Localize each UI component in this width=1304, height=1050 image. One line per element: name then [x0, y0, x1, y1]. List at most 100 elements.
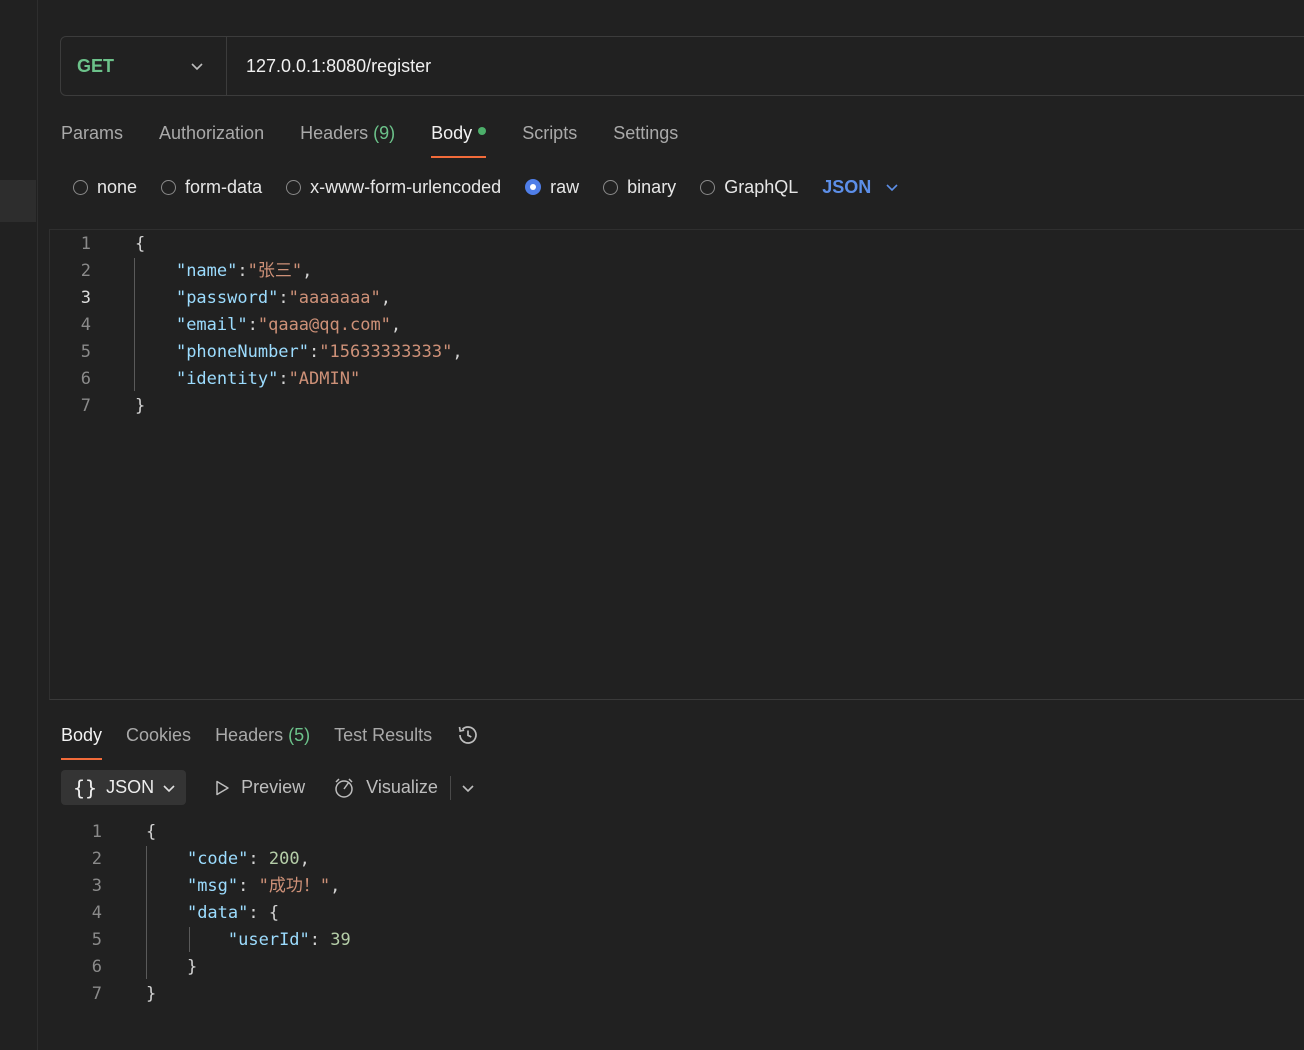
code-token: :	[278, 369, 289, 389]
body-type-urlencoded[interactable]: x-www-form-urlencoded	[286, 177, 501, 198]
code-line: 3 "password":"aaaaaaa",	[61, 285, 1261, 312]
radio-label: x-www-form-urlencoded	[310, 176, 502, 197]
body-type-graphql[interactable]: GraphQL	[700, 177, 798, 198]
radio-button-selected[interactable]	[525, 179, 542, 195]
response-body-code[interactable]: 1{2 "code": 200, 3 "msg": "成功！", 4 "data":…	[72, 819, 1272, 1008]
tab-label: Params	[61, 123, 124, 143]
code-token: "identity"	[175, 369, 279, 389]
code-line: 6 }	[72, 954, 1272, 981]
code-token: : {	[248, 903, 280, 923]
code-token: "msg"	[186, 876, 239, 896]
code-line: 4 "email":"qaaa@qq.com",	[61, 312, 1261, 339]
code-token: "qaaa@qq.com"	[257, 315, 391, 335]
left-rail-selected-item[interactable]	[0, 180, 36, 222]
radio-label: GraphQL	[724, 176, 799, 197]
line-number: 7	[80, 396, 91, 416]
code-text: }	[135, 393, 145, 420]
radio-label: none	[97, 176, 138, 197]
line-number: 1	[91, 822, 102, 842]
tab-response-headers[interactable]: Headers (5)	[215, 722, 310, 760]
tab-scripts[interactable]: Scripts	[522, 120, 577, 158]
method-select[interactable]: GET	[61, 37, 227, 95]
tab-headers[interactable]: Headers (9)	[300, 120, 395, 158]
code-token: {	[135, 234, 146, 254]
code-token: "name"	[175, 261, 238, 281]
history-icon[interactable]	[456, 723, 480, 747]
tab-authorization[interactable]: Authorization	[159, 120, 264, 158]
tab-settings[interactable]: Settings	[613, 120, 678, 158]
radio-button[interactable]	[161, 179, 177, 195]
line-number: 2	[80, 261, 91, 281]
tab-cookies[interactable]: Cookies	[126, 722, 191, 760]
code-text: "userId": 39	[146, 927, 351, 954]
code-line: 2 "name":"张三",	[61, 258, 1261, 285]
code-token: :	[247, 315, 258, 335]
code-text: }	[146, 981, 156, 1008]
code-line: 7}	[61, 393, 1261, 420]
radio-button[interactable]	[700, 179, 716, 195]
tab-label: Authorization	[159, 123, 265, 143]
code-text: {	[146, 819, 156, 846]
code-token: ,	[380, 288, 391, 308]
tab-label: Body	[61, 725, 103, 745]
request-url-bar: GET 127.0.0.1:8080/register	[60, 36, 1304, 96]
code-line: 3 "msg": "成功！",	[72, 873, 1272, 900]
preview-button[interactable]: Preview	[213, 777, 305, 798]
language-label: JSON	[822, 176, 872, 197]
chevron-down-icon	[191, 63, 203, 71]
code-token: "15633333333"	[319, 342, 453, 362]
line-number: 6	[91, 957, 102, 977]
tab-params[interactable]: Params	[61, 120, 123, 158]
visualize-button[interactable]: Visualize	[332, 776, 438, 800]
code-text: {	[135, 231, 145, 258]
top-edge-glyph	[70, 0, 76, 4]
code-token: :	[309, 342, 320, 362]
request-body-code[interactable]: 1{2 "name":"张三", 3 "password":"aaaaaaa", 4…	[61, 231, 1261, 420]
url-input[interactable]: 127.0.0.1:8080/register	[227, 56, 431, 77]
code-text: "email":"qaaa@qq.com",	[135, 312, 401, 339]
code-token: "张三"	[247, 261, 303, 281]
code-line: 1{	[61, 231, 1261, 258]
body-type-raw[interactable]: raw	[525, 177, 579, 198]
radio-button[interactable]	[286, 179, 302, 195]
code-token: 39	[330, 930, 351, 950]
method-label: GET	[77, 55, 115, 76]
body-type-binary[interactable]: binary	[603, 177, 676, 198]
tab-label: Scripts	[522, 123, 578, 143]
code-line: 4 "data": {	[72, 900, 1272, 927]
body-type-none[interactable]: none	[73, 177, 137, 198]
code-line: 6 "identity":"ADMIN"	[61, 366, 1261, 393]
line-number: 4	[80, 315, 91, 335]
language-select[interactable]: JSON	[822, 177, 899, 198]
radio-button[interactable]	[603, 179, 619, 195]
radio-label: binary	[627, 176, 677, 197]
tab-test-results[interactable]: Test Results	[334, 722, 432, 760]
code-token: "data"	[186, 903, 249, 923]
line-number: 5	[91, 930, 102, 950]
code-token: ,	[330, 876, 341, 896]
chevron-down-icon	[163, 784, 175, 792]
body-type-form-data[interactable]: form-data	[161, 177, 262, 198]
code-token: "userId"	[227, 930, 310, 950]
tab-response-body[interactable]: Body	[61, 722, 103, 760]
code-line: 5 "userId": 39	[72, 927, 1272, 954]
radio-button[interactable]	[73, 179, 88, 195]
request-tabs: Params Authorization Headers (9) Body Sc…	[61, 120, 714, 158]
visualize-label: Visualize	[366, 777, 438, 797]
body-modified-dot	[478, 127, 487, 136]
headers-count: (9)	[373, 123, 396, 143]
code-token: }	[135, 396, 146, 416]
code-token: ,	[390, 315, 402, 335]
line-number: 5	[80, 342, 91, 362]
response-format-select[interactable]: {} JSON	[61, 770, 187, 805]
code-text: "identity":"ADMIN"	[135, 366, 360, 393]
code-token: "phoneNumber"	[175, 342, 310, 362]
tab-body[interactable]: Body	[431, 120, 487, 158]
code-token: "aaaaaaa"	[288, 288, 381, 308]
chevron-down-icon[interactable]	[461, 781, 475, 795]
tab-label: Test Results	[334, 725, 433, 745]
